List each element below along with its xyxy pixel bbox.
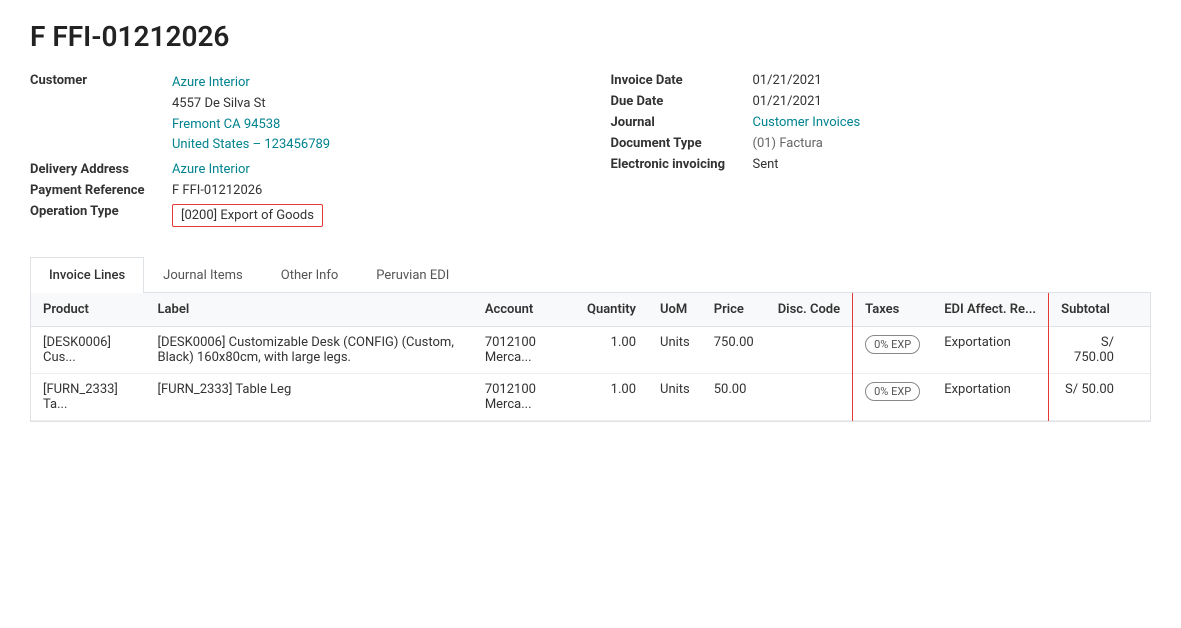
operation-type-value[interactable]: [0200] Export of Goods bbox=[172, 204, 323, 227]
taxes-badge[interactable]: 0% EXP bbox=[865, 335, 920, 354]
row1-uom: Units bbox=[648, 327, 702, 374]
customer-addr3: United States – 123456789 bbox=[172, 135, 330, 156]
row1-quantity: 1.00 bbox=[575, 327, 648, 374]
tab-peruvian-edi[interactable]: Peruvian EDI bbox=[357, 257, 468, 293]
invoice-date-field: Invoice Date 01/21/2021 bbox=[611, 73, 1152, 88]
table-header-row: Product Label Account Quantity UoM Price… bbox=[31, 293, 1150, 327]
invoice-date-value: 01/21/2021 bbox=[753, 73, 822, 88]
journal-value[interactable]: Customer Invoices bbox=[753, 115, 861, 130]
col-header-price: Price bbox=[702, 293, 766, 327]
delivery-address-field: Delivery Address Azure Interior bbox=[30, 162, 571, 177]
col-header-label: Label bbox=[146, 293, 473, 327]
col-header-product: Product bbox=[31, 293, 146, 327]
header-fields: Customer Azure Interior 4557 De Silva St… bbox=[30, 73, 1151, 233]
table-row: [FURN_2333] Ta... [FURN_2333] Table Leg … bbox=[31, 374, 1150, 421]
tab-bar: Invoice Lines Journal Items Other Info P… bbox=[30, 257, 1151, 293]
operation-type-field: Operation Type [0200] Export of Goods bbox=[30, 204, 571, 227]
row1-action bbox=[1126, 327, 1150, 374]
doc-type-label: Document Type bbox=[611, 136, 741, 151]
tab-journal-items[interactable]: Journal Items bbox=[144, 257, 262, 293]
row1-edi-affect: Exportation bbox=[932, 327, 1048, 374]
customer-addr1: 4557 De Silva St bbox=[172, 94, 330, 115]
row2-edi-affect: Exportation bbox=[932, 374, 1048, 421]
col-header-account: Account bbox=[473, 293, 575, 327]
invoice-date-label: Invoice Date bbox=[611, 73, 741, 88]
operation-type-label: Operation Type bbox=[30, 204, 160, 219]
row1-account: 7012100 Merca... bbox=[473, 327, 575, 374]
taxes-badge[interactable]: 0% EXP bbox=[865, 382, 920, 401]
payment-ref-field: Payment Reference F FFI-01212026 bbox=[30, 183, 571, 198]
due-date-field: Due Date 01/21/2021 bbox=[611, 94, 1152, 109]
delivery-value[interactable]: Azure Interior bbox=[172, 162, 250, 177]
col-header-taxes: Taxes bbox=[853, 293, 933, 327]
row1-taxes: 0% EXP bbox=[853, 327, 933, 374]
row1-product: [DESK0006] Cus... bbox=[31, 327, 146, 374]
journal-field: Journal Customer Invoices bbox=[611, 115, 1152, 130]
col-header-quantity: Quantity bbox=[575, 293, 648, 327]
tab-invoice-lines[interactable]: Invoice Lines bbox=[30, 257, 144, 293]
due-date-label: Due Date bbox=[611, 94, 741, 109]
customer-label: Customer bbox=[30, 73, 160, 88]
col-header-actions bbox=[1126, 293, 1150, 327]
customer-field: Customer Azure Interior 4557 De Silva St… bbox=[30, 73, 571, 156]
row2-disc-code bbox=[766, 374, 853, 421]
customer-address: Azure Interior 4557 De Silva St Fremont … bbox=[172, 73, 330, 156]
journal-label: Journal bbox=[611, 115, 741, 130]
e-invoicing-label: Electronic invoicing bbox=[611, 157, 741, 172]
col-header-edi-affect: EDI Affect. Re... bbox=[932, 293, 1048, 327]
left-column: Customer Azure Interior 4557 De Silva St… bbox=[30, 73, 571, 233]
col-header-subtotal: Subtotal bbox=[1049, 293, 1126, 327]
row2-quantity: 1.00 bbox=[575, 374, 648, 421]
row1-price: 750.00 bbox=[702, 327, 766, 374]
page-title: F FFI-01212026 bbox=[30, 20, 1151, 53]
row1-subtotal: S/ 750.00 bbox=[1049, 327, 1126, 374]
invoice-lines-table: Product Label Account Quantity UoM Price… bbox=[30, 293, 1151, 422]
row2-product: [FURN_2333] Ta... bbox=[31, 374, 146, 421]
doc-type-value: (01) Factura bbox=[753, 136, 823, 151]
row1-disc-code bbox=[766, 327, 853, 374]
col-header-uom: UoM bbox=[648, 293, 702, 327]
row2-taxes: 0% EXP bbox=[853, 374, 933, 421]
row2-account: 7012100 Merca... bbox=[473, 374, 575, 421]
row2-action bbox=[1126, 374, 1150, 421]
row1-label: [DESK0006] Customizable Desk (CONFIG) (C… bbox=[146, 327, 473, 374]
row2-uom: Units bbox=[648, 374, 702, 421]
row2-label: [FURN_2333] Table Leg bbox=[146, 374, 473, 421]
e-invoicing-value: Sent bbox=[753, 157, 779, 172]
table-row: [DESK0006] Cus... [DESK0006] Customizabl… bbox=[31, 327, 1150, 374]
right-column: Invoice Date 01/21/2021 Due Date 01/21/2… bbox=[611, 73, 1152, 233]
doc-type-field: Document Type (01) Factura bbox=[611, 136, 1152, 151]
delivery-label: Delivery Address bbox=[30, 162, 160, 177]
e-invoicing-field: Electronic invoicing Sent bbox=[611, 157, 1152, 172]
row2-price: 50.00 bbox=[702, 374, 766, 421]
due-date-value: 01/21/2021 bbox=[753, 94, 822, 109]
customer-addr2: Fremont CA 94538 bbox=[172, 115, 330, 136]
row2-subtotal: S/ 50.00 bbox=[1049, 374, 1126, 421]
col-header-disc-code: Disc. Code bbox=[766, 293, 853, 327]
payment-ref-value: F FFI-01212026 bbox=[172, 183, 262, 198]
tab-other-info[interactable]: Other Info bbox=[262, 257, 358, 293]
payment-ref-label: Payment Reference bbox=[30, 183, 160, 198]
customer-name[interactable]: Azure Interior bbox=[172, 73, 330, 94]
